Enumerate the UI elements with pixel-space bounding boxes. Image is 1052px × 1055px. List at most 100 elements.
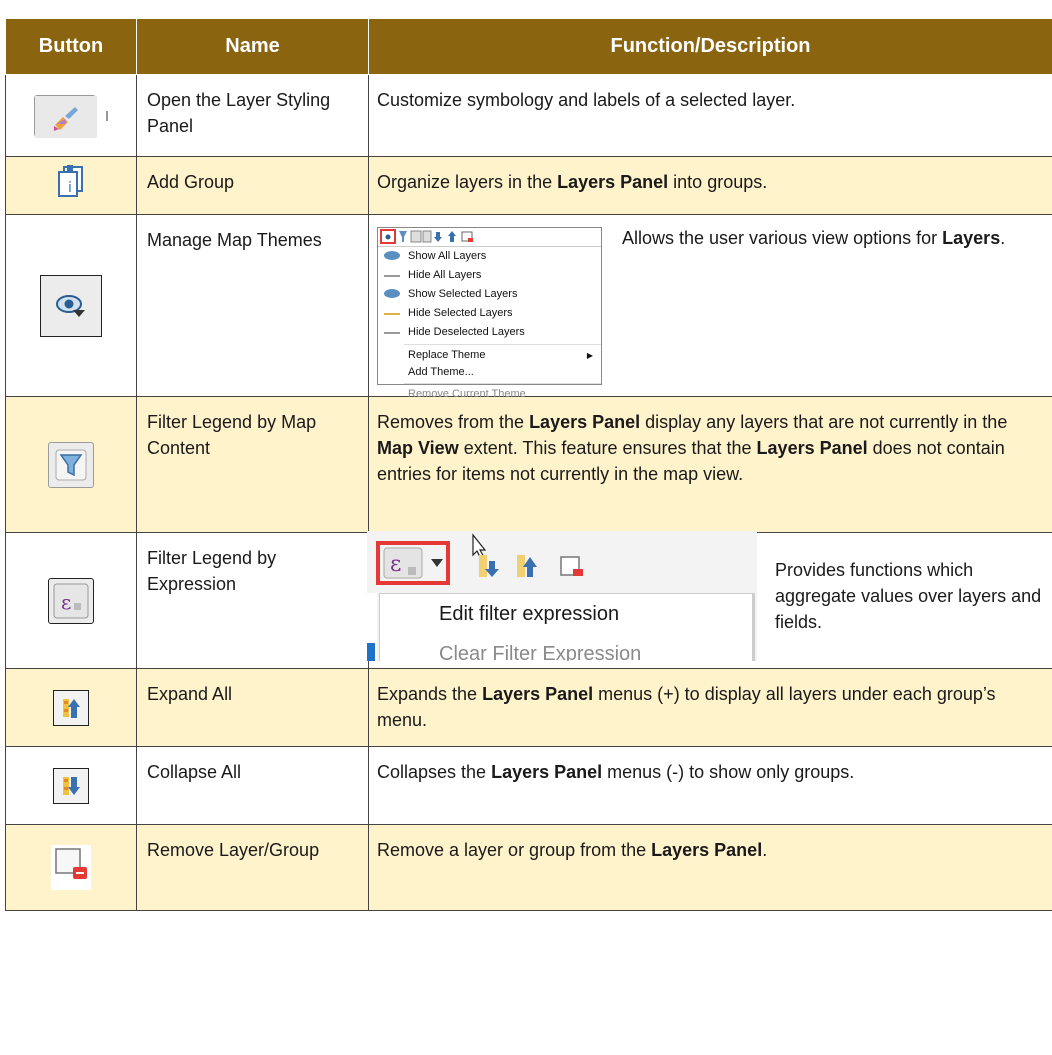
menu-item[interactable]: Add Theme... — [378, 364, 601, 381]
desc-bold: Layers Panel — [491, 762, 603, 782]
menu-separator — [404, 344, 601, 345]
filter-expression-icon[interactable]: ε — [48, 577, 94, 624]
separator-mark — [105, 110, 108, 121]
header-description: Function/Description — [368, 18, 1052, 75]
menu-item[interactable]: Replace Theme ▶ — [378, 347, 601, 364]
name-cell: Open the Layer Styling Panel — [136, 74, 369, 157]
menu-item-label: Add Theme... — [408, 366, 474, 378]
desc-bold: Layers Panel — [651, 840, 763, 860]
button-cell: i — [5, 156, 137, 215]
menu-item[interactable]: Remove Current Theme — [378, 386, 601, 402]
menu-item-label: Show Selected Layers — [408, 288, 518, 300]
name-cell: Collapse All — [136, 746, 369, 825]
theme-toolbar — [378, 228, 601, 247]
blue-selection-strip — [367, 643, 375, 661]
dropdown-item[interactable]: Edit filter expression — [439, 601, 619, 627]
desc-text: Remove a layer or group from the — [377, 840, 652, 860]
menu-item-label: Hide Deselected Layers — [408, 326, 525, 338]
name-cell: Filter Legend by Map Content — [136, 396, 369, 533]
description-cell: Removes from the Layers Panel display an… — [368, 396, 1052, 533]
submenu-arrow-icon: ▶ — [586, 351, 593, 360]
desc-bold: Layers Panel — [756, 438, 868, 458]
button-cell — [5, 214, 137, 397]
description-cell: Collapses the Layers Panel menus (-) to … — [368, 746, 1052, 825]
eye-closed-icon — [384, 270, 400, 277]
table-header-row: Button Name Function/Description — [5, 18, 1052, 75]
table-row: Open the Layer Styling Panel Customize s… — [5, 74, 1052, 157]
description-cell: ε Edit filter expression Clear Filter Ex… — [367, 531, 1052, 669]
map-themes-icon[interactable] — [40, 274, 102, 337]
desc-text: . — [762, 840, 768, 860]
name-cell: Add Group — [136, 156, 369, 215]
table-row: Collapse All Collapses the Layers Panel … — [5, 746, 1052, 825]
menu-item-label: Hide All Layers — [408, 269, 482, 281]
table-row: i Add Group Organize layers in the Layer… — [5, 156, 1052, 215]
expression-menu-screenshot: ε Edit filter expression Clear Filter Ex… — [367, 531, 757, 661]
desc-bold: Layers Panel — [482, 684, 594, 704]
menu-item-label: Hide Selected Layers — [408, 307, 513, 319]
table-row: ε Filter Legend by Expression ε Edit fil… — [5, 531, 1052, 669]
desc-bold: Map View — [377, 438, 459, 458]
menu-item-label: Remove Current Theme — [408, 388, 526, 400]
desc-bold: Layers Panel — [557, 172, 669, 192]
dropdown-item[interactable]: Clear Filter Expression — [439, 641, 641, 661]
eye-closed-icon — [384, 327, 400, 334]
table-row: Remove Layer/Group Remove a layer or gro… — [5, 824, 1052, 911]
theme-menu-screenshot: Show All Layers Hide All Layers Show Sel… — [377, 227, 602, 400]
button-cell — [5, 746, 137, 825]
menu-item[interactable]: Show Selected Layers — [378, 285, 601, 304]
name-cell: Expand All — [136, 668, 369, 747]
eye-icon — [384, 289, 400, 298]
button-cell — [5, 396, 137, 533]
menu-item[interactable]: Show All Layers — [378, 247, 601, 266]
layer-styling-icon[interactable] — [34, 94, 98, 138]
name-cell: Manage Map Themes — [136, 214, 369, 397]
svg-text:ε: ε — [61, 590, 71, 614]
menu-item[interactable]: Hide Selected Layers — [378, 304, 601, 323]
toolbar-buttons-table: Button Name Function/Description Open th… — [5, 18, 1052, 911]
description-cell: Organize layers in the Layers Panel into… — [368, 156, 1052, 215]
desc-bold: Layers — [942, 228, 1001, 248]
menu-item-label: Replace Theme — [408, 349, 486, 361]
desc-text: Removes from the — [377, 412, 530, 432]
name-cell: Remove Layer/Group — [136, 824, 369, 911]
menu-item[interactable]: Hide All Layers — [378, 266, 601, 285]
svg-text:ε: ε — [390, 552, 401, 577]
name-cell: Filter Legend by Expression — [136, 532, 369, 669]
menu-item[interactable]: Hide Deselected Layers — [378, 323, 601, 342]
toolbar-icons — [380, 229, 473, 244]
eye-icon — [384, 251, 400, 260]
svg-text:i: i — [68, 180, 72, 196]
button-cell — [5, 824, 137, 911]
page: Button Name Function/Description Open th… — [0, 0, 1052, 1055]
table-row: Filter Legend by Map Content Removes fro… — [5, 396, 1052, 533]
desc-text: display any layers that are not currentl… — [640, 412, 1008, 432]
desc-text: Organize layers in the — [377, 172, 558, 192]
expression-toolbar: ε — [376, 533, 583, 585]
description-cell: Remove a layer or group from the Layers … — [368, 824, 1052, 911]
menu-item-label: Show All Layers — [408, 250, 487, 262]
button-cell: ε — [5, 532, 137, 669]
desc-text: . — [1000, 228, 1006, 248]
table-row: Expand All Expands the Layers Panel menu… — [5, 668, 1052, 747]
remove-layer-icon[interactable] — [51, 845, 91, 890]
menu-separator — [404, 383, 601, 384]
expand-all-icon[interactable] — [53, 689, 89, 726]
desc-text: Collapses the — [377, 762, 492, 782]
desc-bold: Layers Panel — [529, 412, 641, 432]
filter-legend-icon[interactable] — [48, 441, 94, 488]
description-cell: Show All Layers Hide All Layers Show Sel… — [368, 214, 1052, 400]
table-row: Manage Map Themes Show All Layers Hide A… — [5, 214, 1052, 400]
add-group-icon[interactable]: i — [54, 164, 88, 207]
desc-text: menus (-) to show only groups. — [602, 762, 855, 782]
collapse-all-icon[interactable] — [53, 767, 89, 804]
button-cell — [5, 74, 137, 157]
desc-text: extent. This feature ensures that the — [458, 438, 757, 458]
description-cell: Expands the Layers Panel menus (+) to di… — [368, 668, 1052, 747]
desc-text: Expands the — [377, 684, 483, 704]
header-name: Name — [136, 18, 369, 75]
button-cell — [5, 668, 137, 747]
eye-closed-icon — [384, 308, 400, 315]
header-button: Button — [5, 18, 137, 75]
desc-text: into groups. — [668, 172, 768, 192]
